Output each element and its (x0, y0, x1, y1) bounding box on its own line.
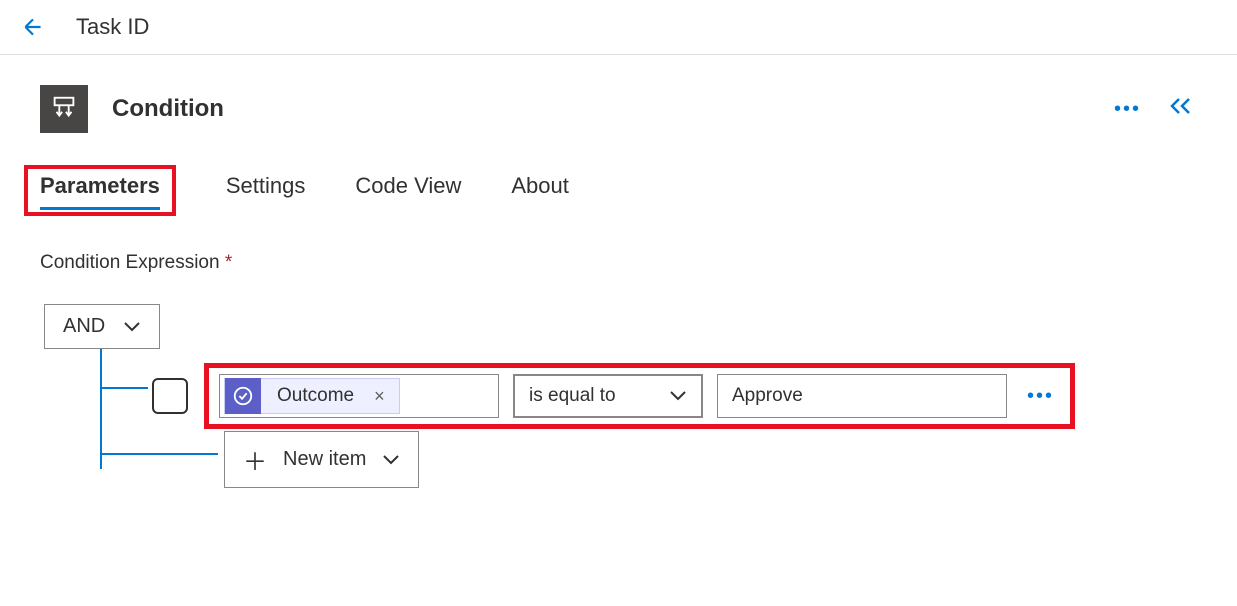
condition-row: Outcome × is equal to Approve ••• (152, 363, 1075, 429)
row-more-icon[interactable]: ••• (1021, 385, 1060, 408)
condition-area: AND (0, 274, 1237, 349)
more-icon[interactable]: ••• (1114, 98, 1141, 121)
page-header: Task ID (0, 0, 1237, 55)
chevron-down-icon (382, 448, 400, 471)
tree-connector-vertical (100, 349, 102, 469)
chevron-down-icon (669, 385, 687, 407)
condition-expression-label: Condition Expression (40, 252, 220, 273)
row-checkbox[interactable] (152, 378, 188, 414)
value-field[interactable]: Approve (717, 374, 1007, 418)
token-remove-icon[interactable]: × (370, 386, 399, 407)
tree-connector-newitem (100, 453, 218, 455)
operator-select[interactable]: is equal to (513, 374, 703, 418)
left-operand-field[interactable]: Outcome × (219, 374, 499, 418)
chevron-down-icon (123, 315, 141, 338)
tab-code-view[interactable]: Code View (355, 173, 461, 216)
logic-operator-label: AND (63, 315, 105, 338)
logic-operator-button[interactable]: AND (44, 304, 160, 349)
condition-row-highlight: Outcome × is equal to Approve ••• (204, 363, 1075, 429)
section-label: Condition Expression * (0, 216, 1237, 274)
tabs: Parameters Settings Code View About (0, 153, 1237, 216)
token-label: Outcome (261, 385, 370, 407)
token-icon (225, 378, 261, 414)
value-text: Approve (732, 385, 803, 407)
card-actions: ••• (1114, 95, 1197, 123)
token-chip: Outcome × (224, 378, 400, 414)
collapse-icon[interactable] (1169, 95, 1197, 123)
plus-icon: ＋ (243, 442, 267, 477)
page-title: Task ID (76, 14, 149, 40)
parameters-tab-highlight: Parameters (24, 165, 176, 216)
card-title: Condition (112, 95, 1114, 123)
tab-about[interactable]: About (511, 173, 569, 216)
required-indicator: * (225, 252, 232, 273)
operator-label: is equal to (529, 385, 616, 407)
tree-connector-row (100, 387, 148, 389)
tab-parameters[interactable]: Parameters (40, 173, 160, 210)
tab-settings[interactable]: Settings (226, 173, 306, 216)
condition-icon (40, 85, 88, 133)
card-header: Condition ••• (0, 55, 1237, 153)
new-item-button[interactable]: ＋ New item (224, 431, 419, 488)
back-arrow-icon[interactable] (20, 14, 46, 40)
new-item-label: New item (283, 448, 366, 471)
